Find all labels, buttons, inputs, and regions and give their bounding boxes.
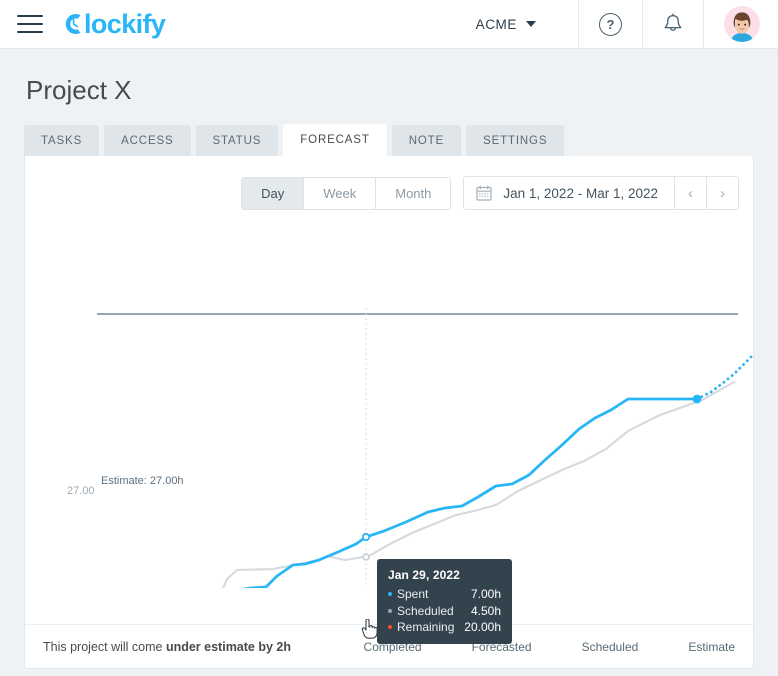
estimate-line-label: Estimate: 27.00h <box>101 475 184 487</box>
workspace-selector[interactable]: ACME <box>476 17 558 32</box>
series-forecasted <box>695 355 753 401</box>
clockify-logo[interactable]: lockify <box>63 8 166 40</box>
tooltip-label-remaining: Remaining <box>397 620 455 634</box>
logo-text: lockify <box>84 8 166 39</box>
y-axis-tick-max: 27.00 <box>67 485 95 497</box>
tooltip-dot-spent <box>388 592 392 596</box>
hover-marker-scheduled <box>362 553 370 561</box>
chart-tooltip: Jan 29, 2022 Spent 7.00h Scheduled 4.50h… <box>377 559 512 644</box>
page-body: Project X TASKS ACCESS STATUS FORECAST N… <box>0 49 778 669</box>
tooltip-value-scheduled: 4.50h <box>470 603 501 618</box>
top-nav-actions: ACME ? <box>456 0 778 49</box>
avatar[interactable] <box>724 6 760 42</box>
tooltip-dot-scheduled <box>388 608 392 613</box>
date-range-picker: Jan 1, 2022 - Mar 1, 2022 ‹ › <box>463 176 739 210</box>
forecast-summary-strong: under estimate by 2h <box>165 639 291 654</box>
help-cell: ? <box>578 0 642 49</box>
granularity-selector: Day Week Month <box>241 176 452 210</box>
user-avatar-icon <box>724 6 760 42</box>
forecast-card: Day Week Month Jan 1, 2022 - Mar 1, 2022… <box>24 156 754 669</box>
tooltip-label-scheduled: Scheduled <box>397 603 454 618</box>
notifications-cell <box>642 0 703 49</box>
tooltip-value-remaining: 20.00h <box>464 620 501 634</box>
help-icon[interactable]: ? <box>599 12 622 36</box>
chevron-down-icon <box>526 21 536 27</box>
date-prev-button[interactable]: ‹ <box>674 177 706 209</box>
chart-canvas <box>97 308 753 588</box>
series-end-marker <box>692 394 702 404</box>
tooltip-row-spent: Spent 7.00h <box>388 587 501 601</box>
tooltip-value-spent: 7.00h <box>470 587 501 601</box>
legend-label-estimate: Estimate <box>688 639 735 654</box>
forecast-summary-prefix: This project will come <box>43 639 166 654</box>
page-title: Project X <box>26 75 132 105</box>
clockify-mark-icon <box>65 14 81 34</box>
tooltip-date: Jan 29, 2022 <box>388 568 460 582</box>
forecast-summary: This project will come under estimate by… <box>43 640 291 654</box>
workspace-name: ACME <box>475 16 517 32</box>
granularity-day[interactable]: Day <box>242 177 305 209</box>
tooltip-row-scheduled: Scheduled 4.50h <box>388 604 501 618</box>
hamburger-menu-icon[interactable] <box>17 15 43 33</box>
tab-forecast[interactable]: FORECAST <box>283 124 387 156</box>
tab-note[interactable]: NOTE <box>391 125 462 156</box>
tab-settings[interactable]: SETTINGS <box>466 125 565 156</box>
tooltip-label-spent: Spent <box>397 587 429 601</box>
tooltip-dot-remaining <box>388 625 392 629</box>
legend-item-scheduled[interactable]: Scheduled <box>552 640 639 654</box>
date-next-button[interactable]: › <box>706 177 738 209</box>
tab-tasks[interactable]: TASKS <box>24 125 100 156</box>
hover-marker-completed <box>361 532 371 542</box>
date-range-label: Jan 1, 2022 - Mar 1, 2022 <box>503 185 658 201</box>
chart-toolbar: Day Week Month Jan 1, 2022 - Mar 1, 2022… <box>25 156 753 210</box>
project-tabs: TASKS ACCESS STATUS FORECAST NOTE SETTIN… <box>24 124 754 156</box>
granularity-week[interactable]: Week <box>304 177 377 209</box>
workspace-selector-cell: ACME <box>456 0 578 49</box>
forecast-chart: 27.00 0.00 Jan 1, 2022 Mar 1, 2022 Estim… <box>25 228 753 588</box>
legend-label-scheduled: Scheduled <box>581 639 639 654</box>
granularity-month[interactable]: Month <box>376 177 451 209</box>
top-navigation-bar: lockify ACME ? <box>0 0 778 49</box>
tab-status[interactable]: STATUS <box>195 125 279 156</box>
tab-access[interactable]: ACCESS <box>104 125 191 156</box>
tooltip-row-remaining: Remaining 20.00h <box>388 620 501 634</box>
calendar-icon <box>476 185 492 201</box>
legend-item-estimate[interactable]: Estimate <box>658 640 735 654</box>
mouse-cursor-icon <box>361 619 378 639</box>
avatar-cell <box>703 0 778 49</box>
bell-icon[interactable] <box>663 13 683 35</box>
series-scheduled <box>222 380 736 588</box>
date-range-button[interactable]: Jan 1, 2022 - Mar 1, 2022 <box>464 177 674 209</box>
